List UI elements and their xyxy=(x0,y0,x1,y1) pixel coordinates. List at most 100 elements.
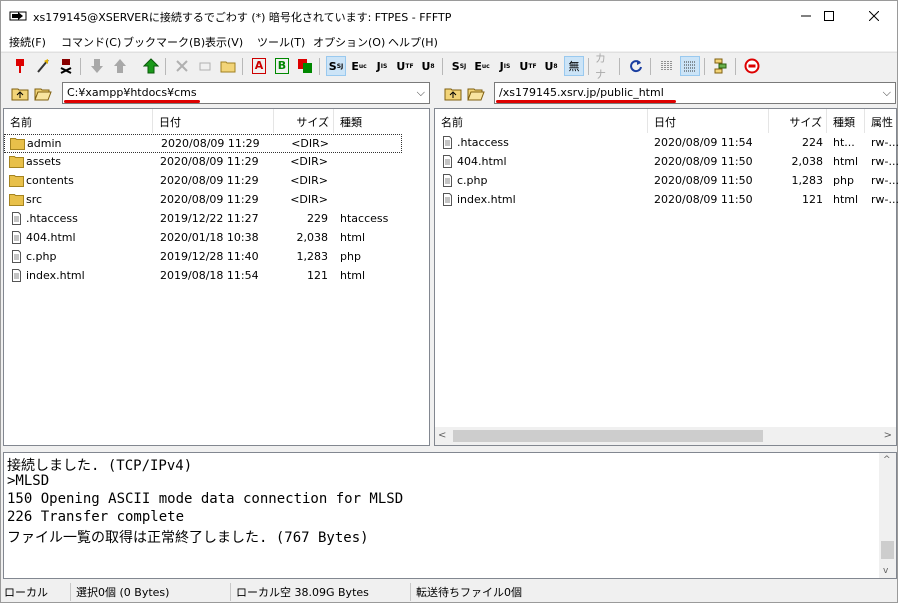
file-date: 2020/08/09 11:54 xyxy=(654,136,753,149)
vertical-scrollbar[interactable]: ^ v xyxy=(879,453,896,578)
list-item[interactable]: src 2020/08/09 11:29 <DIR> xyxy=(4,191,424,210)
local-open-dir-button[interactable] xyxy=(33,84,53,104)
local-kanji-utf8[interactable]: U TF xyxy=(395,56,415,76)
list-item[interactable]: .htaccess 2019/12/22 11:27 229 htaccess xyxy=(4,210,424,229)
file-date: 2020/08/09 11:29 xyxy=(160,155,259,168)
list-item[interactable]: 404.html 2020/01/18 10:38 2,038 html xyxy=(4,229,424,248)
folder-open-icon xyxy=(467,88,485,101)
remote-kanji-sjis[interactable]: S SJ xyxy=(449,56,469,76)
folder-open-icon xyxy=(34,88,52,101)
toolbar-separator xyxy=(165,58,166,75)
list-item[interactable]: assets 2020/08/09 11:29 <DIR> xyxy=(4,153,424,172)
chevron-down-icon[interactable]: ⌵ xyxy=(883,86,891,100)
local-file-list[interactable]: 名前 日付 サイズ 種類 admin 2020/08/09 11:29 <DIR… xyxy=(3,108,430,446)
toolbar-separator xyxy=(704,58,705,75)
file-icon xyxy=(12,250,21,263)
remote-path-text: /xs179145.xsrv.jp/public_html xyxy=(499,86,664,99)
remote-open-dir-button[interactable] xyxy=(466,84,486,104)
file-name: assets xyxy=(26,155,62,168)
remote-kanji-utf8[interactable]: U TF xyxy=(518,56,538,76)
list-item[interactable]: c.php 2019/12/28 11:40 1,283 php xyxy=(4,248,424,267)
scrollbar-thumb[interactable] xyxy=(453,430,763,442)
menu-connect[interactable]: 接続(F) xyxy=(9,34,46,50)
list-item[interactable]: admin 2020/08/09 11:29 <DIR> xyxy=(4,134,402,153)
upload-button[interactable] xyxy=(110,56,130,76)
remote-kanji-euc[interactable]: Euc xyxy=(472,56,492,76)
chevron-left-icon[interactable]: < xyxy=(438,430,446,441)
delete-button[interactable] xyxy=(172,56,192,76)
column-header-type[interactable]: 種類 xyxy=(334,109,429,133)
remote-parent-dir-button[interactable] xyxy=(443,84,463,104)
connect-button[interactable] xyxy=(10,56,30,76)
scrollbar-thumb[interactable] xyxy=(881,541,894,559)
file-date: 2020/08/09 11:29 xyxy=(161,137,260,150)
list-item[interactable]: index.html 2020/08/09 11:50 121 html rw-… xyxy=(435,191,898,210)
column-header-date[interactable]: 日付 xyxy=(153,109,274,133)
chevron-down-icon[interactable]: ⌵ xyxy=(417,86,425,100)
make-directory-icon xyxy=(220,61,236,73)
list-view-button[interactable] xyxy=(657,56,677,76)
auto-mode-button[interactable] xyxy=(295,56,315,76)
sync-button[interactable] xyxy=(711,56,731,76)
maximize-button[interactable] xyxy=(806,1,852,31)
file-attr: rw-... xyxy=(871,193,898,206)
file-icon xyxy=(12,212,21,225)
column-header-date[interactable]: 日付 xyxy=(648,109,769,133)
horizontal-scrollbar[interactable]: < > xyxy=(435,427,896,445)
list-item[interactable]: .htaccess 2020/08/09 11:54 224 ht... rw-… xyxy=(435,134,898,153)
download-button[interactable] xyxy=(87,56,107,76)
log-line: 接続しました. (TCP/IPv4) xyxy=(7,458,193,474)
kana-convert-button[interactable]: カナ xyxy=(595,52,615,81)
menu-bookmark[interactable]: ブックマーク(B) xyxy=(123,34,205,50)
remote-kanji-jis[interactable]: J IS xyxy=(495,56,515,76)
ascii-mode-button[interactable]: A xyxy=(249,56,269,76)
list-item[interactable]: c.php 2020/08/09 11:50 1,283 php rw-... xyxy=(435,172,898,191)
menu-tools[interactable]: ツール(T) xyxy=(257,34,305,50)
mirror-upload-button[interactable] xyxy=(141,56,161,76)
make-directory-button[interactable] xyxy=(218,56,238,76)
menu-options[interactable]: オプション(O) xyxy=(313,34,385,50)
menu-view[interactable]: 表示(V) xyxy=(205,34,243,50)
file-icon xyxy=(12,269,21,282)
log-panel[interactable]: 接続しました. (TCP/IPv4) >MLSD 150 Opening ASC… xyxy=(3,452,897,579)
disconnect-button[interactable] xyxy=(56,56,76,76)
file-attr: rw-... xyxy=(871,174,898,187)
chevron-right-icon[interactable]: > xyxy=(884,430,892,441)
maximize-icon xyxy=(824,11,834,21)
column-header-name[interactable]: 名前 xyxy=(4,109,153,133)
local-kanji-utf8bom[interactable]: U8 xyxy=(418,56,438,76)
disconnect-icon xyxy=(60,59,72,74)
list-item[interactable]: 404.html 2020/08/09 11:50 2,038 html rw-… xyxy=(435,153,898,172)
binary-mode-button[interactable]: B xyxy=(272,56,292,76)
column-header-attr[interactable]: 属性 xyxy=(865,109,898,133)
local-kanji-jis[interactable]: J IS xyxy=(372,56,392,76)
refresh-button[interactable] xyxy=(626,56,646,76)
local-kanji-euc[interactable]: Euc xyxy=(349,56,369,76)
menu-help[interactable]: ヘルプ(H) xyxy=(388,34,438,50)
close-icon xyxy=(869,11,879,21)
remote-kanji-utf8bom[interactable]: U8 xyxy=(541,56,561,76)
file-size: 121 xyxy=(802,193,823,206)
column-header-size[interactable]: サイズ xyxy=(769,109,827,133)
local-parent-dir-button[interactable] xyxy=(10,84,30,104)
chevron-down-icon[interactable]: v xyxy=(883,566,888,576)
column-header-size[interactable]: サイズ xyxy=(274,109,334,133)
close-button[interactable] xyxy=(851,1,897,31)
quick-connect-button[interactable] xyxy=(33,56,53,76)
log-line: >MLSD xyxy=(7,473,50,489)
download-icon xyxy=(91,59,103,73)
column-header-type[interactable]: 種類 xyxy=(827,109,865,133)
list-item[interactable]: contents 2020/08/09 11:29 <DIR> xyxy=(4,172,424,191)
menu-command[interactable]: コマンド(C) xyxy=(61,34,121,50)
list-item[interactable]: index.html 2019/08/18 11:54 121 html xyxy=(4,267,424,286)
local-kanji-sjis[interactable]: S SJ xyxy=(326,56,346,76)
folder-icon xyxy=(9,156,24,168)
stop-button[interactable] xyxy=(742,56,762,76)
column-header-name[interactable]: 名前 xyxy=(435,109,648,133)
rename-button[interactable] xyxy=(195,56,215,76)
remote-file-list[interactable]: 名前 日付 サイズ 種類 属性 .htaccess 2020/08/09 11:… xyxy=(434,108,898,446)
chevron-up-icon[interactable]: ^ xyxy=(883,455,891,465)
file-attr: rw-... xyxy=(871,136,898,149)
detail-view-button[interactable] xyxy=(680,56,700,76)
no-conversion-button[interactable]: 無 xyxy=(564,56,584,76)
